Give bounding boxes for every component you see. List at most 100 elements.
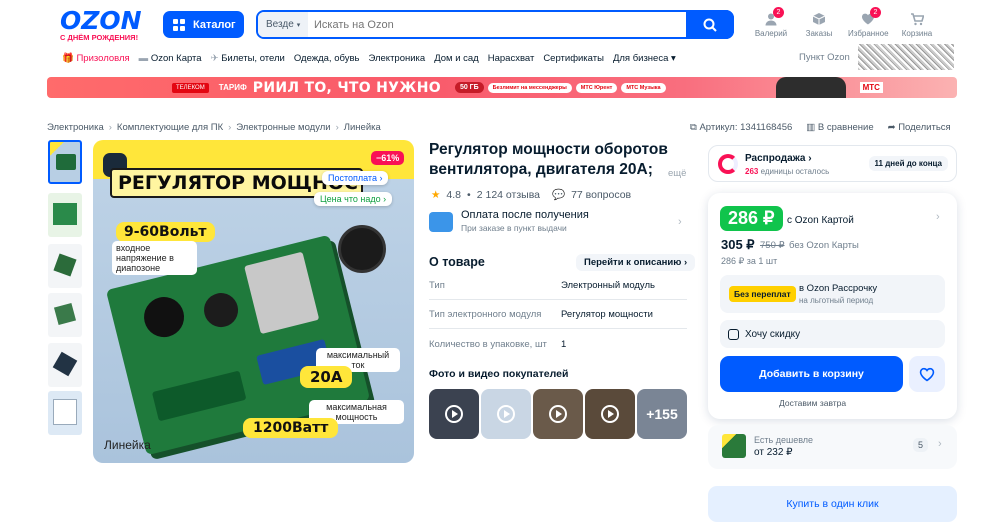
nav-item-trending[interactable]: Нарасхват <box>488 53 535 64</box>
customer-video[interactable] <box>481 389 531 439</box>
banner-chip-urent: МТС Юрент <box>575 82 618 93</box>
ozon-logo[interactable]: OZON С ДНЁМ РОЖДЕНИЯ! <box>60 8 155 42</box>
cheaper-offers[interactable]: Есть дешевле от 232 ₽ 5 › <box>708 425 957 469</box>
cheaper-price: от 232 ₽ <box>754 447 793 458</box>
spec-value: Электронный модуль <box>561 280 655 291</box>
sale-label: Распродажа › <box>745 153 812 164</box>
sale-days: 11 дней до конца <box>868 156 948 171</box>
cheaper-label: Есть дешевле <box>754 435 814 445</box>
more-photos[interactable]: +155 <box>637 389 687 439</box>
spec-value: 1 <box>561 338 567 350</box>
nav-item-business[interactable]: Для бизнеса ▾ <box>613 53 676 64</box>
header-profile[interactable]: 2 Валерий <box>751 7 791 38</box>
banner-chip-music: МТС Музыка <box>621 82 666 93</box>
breadcrumb-item[interactable]: Электроника <box>47 122 104 133</box>
search-button[interactable] <box>686 10 734 39</box>
chevron-right-icon: › <box>678 216 682 228</box>
chat-icon: 💬 <box>552 189 566 201</box>
heart-icon: 2 <box>861 7 881 26</box>
customer-video[interactable] <box>429 389 479 439</box>
chevron-down-icon: ▾ <box>671 52 676 64</box>
breadcrumb-separator: › <box>228 122 232 133</box>
promo-banner[interactable]: ТЕЛЕКОМ ТАРИФ РИИЛ ТО, ЧТО НУЖНО 50 ГБ Б… <box>47 77 957 98</box>
logo-text: OZON <box>60 6 142 35</box>
banner-chip-messengers: Безлимит на мессенджеры <box>487 82 572 93</box>
pickup-point[interactable]: Пункт Ozon <box>799 52 850 63</box>
rating-value: 4.8 <box>446 188 462 201</box>
payment-info[interactable]: Оплата после получения При заказе в пунк… <box>429 209 589 233</box>
nav-item-clothes[interactable]: Одежда, обувь <box>294 53 360 64</box>
spec-value: Регулятор мощности <box>561 309 653 320</box>
installment-box[interactable]: Без переплат в Ozon Рассрочку на льготны… <box>720 275 945 313</box>
good-price-badge: Цена что надо › <box>314 192 393 206</box>
customer-video[interactable] <box>585 389 635 439</box>
compare-button[interactable]: ▥ В сравнение <box>806 122 873 133</box>
thumbnail[interactable] <box>48 244 82 288</box>
catalog-grid-icon <box>173 18 185 31</box>
catalog-label: Каталог <box>193 18 236 31</box>
nav-item-prizolovlya[interactable]: 🎁 Призоловля <box>62 53 130 64</box>
title-more-link[interactable]: ещё <box>668 168 686 179</box>
share-icon: ➦ <box>887 122 896 133</box>
thumbnail[interactable] <box>48 140 82 184</box>
nav-item-home[interactable]: Дом и сад <box>434 53 479 64</box>
customer-video[interactable] <box>533 389 583 439</box>
play-icon <box>549 405 567 423</box>
customer-photos-title: Фото и видео покупателей <box>429 368 569 380</box>
regular-price-label: без Ozon Карты <box>789 240 859 251</box>
reviews-link[interactable]: 2 124 отзыва <box>477 189 540 201</box>
spec-key: Количество в упаковке, шт <box>429 338 547 350</box>
want-discount-button[interactable]: Хочу скидку <box>720 320 945 348</box>
nav-item-ozon-card[interactable]: ▬ Ozon Карта <box>139 53 202 64</box>
share-button[interactable]: ➦ Поделиться <box>888 122 951 133</box>
plane-icon: ✈ <box>210 52 219 64</box>
knob-illustration <box>338 225 386 273</box>
spec-row: Количество в упаковке, шт 1 <box>429 330 687 358</box>
catalog-button[interactable]: Каталог <box>163 11 244 38</box>
questions-link[interactable]: 77 вопросов <box>571 189 631 201</box>
cheaper-offer-thumbnail <box>722 434 746 458</box>
header-cart[interactable]: Корзина <box>897 12 937 38</box>
star-icon: ★ <box>431 188 441 201</box>
breadcrumb-separator: › <box>335 122 339 133</box>
add-to-cart-button[interactable]: Добавить в корзину <box>720 356 903 392</box>
thumbnail[interactable] <box>48 293 82 337</box>
rating-row: ★ 4.8 • 2 124 отзыва 💬 77 вопросов <box>431 188 632 202</box>
spec-row: Тип электронного модуля Регулятор мощнос… <box>429 301 687 329</box>
search-input[interactable] <box>308 18 686 31</box>
nav-item-certificates[interactable]: Сертификаты <box>543 53 604 64</box>
buy-one-click-button[interactable]: Купить в один клик <box>708 486 957 522</box>
search-scope-select[interactable]: Везде ▾ <box>258 12 308 37</box>
chevron-right-icon: › <box>938 438 942 450</box>
copy-icon: ⧉ <box>690 122 697 133</box>
favorite-button[interactable] <box>909 356 945 392</box>
discount-badge: −61% <box>371 151 405 165</box>
unit-price: 286 ₽ за 1 шт <box>721 256 778 266</box>
compare-icon: ▥ <box>806 122 816 133</box>
header-orders[interactable]: Заказы <box>799 12 839 38</box>
chevron-down-icon: ▾ <box>296 21 301 29</box>
product-actions: ⧉ Артикул: 1341168456 ▥ В сравнение ➦ По… <box>690 122 951 133</box>
nav-item-tickets[interactable]: ✈ Билеты, отели <box>211 53 285 64</box>
box-icon <box>812 12 826 26</box>
heart-icon <box>919 367 935 381</box>
breadcrumb-item[interactable]: Линейка <box>344 122 381 133</box>
cheaper-count: 5 <box>913 438 929 452</box>
banner-tariff: ТАРИФ <box>218 83 247 92</box>
to-description-button[interactable]: Перейти к описанию › <box>576 254 696 271</box>
thumbnail[interactable] <box>48 343 82 387</box>
article-number[interactable]: ⧉ Артикул: 1341168456 <box>690 122 792 133</box>
nav-item-electronics[interactable]: Электроника <box>368 53 425 64</box>
breadcrumb-item[interactable]: Комплектующие для ПК <box>117 122 223 133</box>
thumbnail[interactable] <box>48 391 82 435</box>
breadcrumb-item[interactable]: Электронные модули <box>236 122 330 133</box>
header-favorites[interactable]: 2 Избранное <box>848 7 889 38</box>
product-title: Регулятор мощности оборотов вентилятора,… <box>429 141 668 178</box>
image-range-note: входное напряжение в диапозоне <box>112 241 197 275</box>
sale-box[interactable]: Распродажа › 263 единицы осталось 11 дне… <box>708 145 957 182</box>
image-voltage-label: 9-60Вольт <box>116 222 215 242</box>
search-bar: Везде ▾ <box>256 10 734 39</box>
pickup-address-blurred[interactable] <box>858 44 954 70</box>
sale-units: 263 единицы осталось <box>745 167 830 176</box>
thumbnail[interactable] <box>48 193 82 237</box>
